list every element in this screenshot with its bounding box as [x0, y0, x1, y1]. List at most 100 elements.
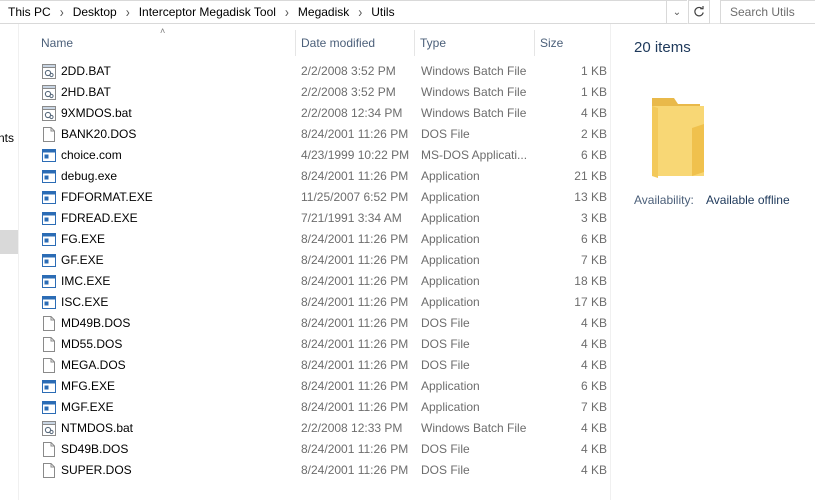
column-header-name[interactable]: Name [35, 30, 295, 56]
file-date-modified: 8/24/2001 11:26 PM [301, 442, 409, 456]
file-row[interactable]: ISC.EXE 8/24/2001 11:26 PM Application 17 K… [35, 292, 610, 313]
file-size: 1 KB [580, 64, 607, 78]
file-row[interactable]: 2DD.BAT 2/2/2008 3:52 PM Windows Batch Fil… [35, 61, 610, 82]
file-type: DOS File [421, 358, 470, 372]
file-name: MFG.EXE [61, 379, 116, 393]
file-row[interactable]: SUPER.DOS 8/24/2001 11:26 PM DOS File 4 KB [35, 460, 610, 481]
file-type: Application [421, 400, 480, 414]
breadcrumb-item-megadisk[interactable]: Megadisk [298, 5, 349, 19]
nav-item-selected[interactable] [0, 230, 18, 254]
breadcrumb-item-interceptor-megadisk-tool[interactable]: Interceptor Megadisk Tool [139, 5, 276, 19]
file-row[interactable]: MGF.EXE 8/24/2001 11:26 PM Application 7 KB [35, 397, 610, 418]
breadcrumb[interactable]: This PC › Desktop › Interceptor Megadisk… [0, 0, 667, 24]
file-date-modified: 4/23/1999 10:22 PM [301, 148, 410, 162]
chevron-right-icon[interactable]: › [358, 4, 362, 21]
file-type: Application [421, 295, 480, 309]
refresh-button[interactable] [688, 0, 710, 24]
chevron-right-icon[interactable]: › [285, 4, 289, 21]
availability-value: Available offline [706, 193, 790, 207]
file-type: DOS File [421, 463, 470, 477]
file-icon [42, 316, 56, 331]
file-date-modified: 8/24/2001 11:26 PM [301, 337, 409, 351]
refresh-icon [694, 6, 704, 17]
nav-item-partial[interactable]: nts [0, 131, 14, 145]
file-type: Application [421, 169, 480, 183]
application-icon [42, 211, 56, 226]
file-name: choice.com [61, 148, 122, 162]
file-size: 1 KB [580, 85, 607, 99]
address-history-button[interactable]: ⌄ [667, 0, 687, 24]
file-name: 9XMDOS.bat [61, 106, 132, 120]
file-size: 2 KB [580, 127, 607, 141]
chevron-right-icon[interactable]: › [126, 4, 130, 21]
column-header-size[interactable]: Size [534, 30, 610, 56]
file-name: FG.EXE [61, 232, 106, 246]
file-date-modified: 8/24/2001 11:26 PM [301, 379, 409, 393]
file-row[interactable]: IMC.EXE 8/24/2001 11:26 PM Application 18 K… [35, 271, 610, 292]
file-name: MEGA.DOS [61, 358, 126, 372]
file-row[interactable]: 2HD.BAT 2/2/2008 3:52 PM Windows Batch Fil… [35, 82, 610, 103]
file-size: 4 KB [580, 463, 607, 477]
file-row[interactable]: FG.EXE 8/24/2001 11:26 PM Application 6 KB [35, 229, 610, 250]
column-header-date-modified[interactable]: Date modified [295, 30, 414, 56]
file-type: Application [421, 274, 480, 288]
file-date-modified: 8/24/2001 11:26 PM [301, 400, 409, 414]
file-icon [42, 358, 56, 373]
item-count: 20 items [634, 39, 691, 56]
file-name: IMC.EXE [61, 274, 111, 288]
file-size: 13 KB [574, 190, 607, 204]
file-icon [42, 337, 56, 352]
application-icon [42, 148, 56, 163]
file-name: debug.exe [61, 169, 118, 183]
navigation-pane: nts [0, 24, 19, 500]
breadcrumb-item-this-pc[interactable]: This PC [8, 5, 51, 19]
breadcrumb-item-utils[interactable]: Utils [371, 5, 394, 19]
file-name: ISC.EXE [61, 295, 109, 309]
file-row[interactable]: choice.com 4/23/1999 10:22 PM MS-DOS Appli… [35, 145, 610, 166]
chevron-right-icon[interactable]: › [60, 4, 64, 21]
file-row[interactable]: GF.EXE 8/24/2001 11:26 PM Application 7 KB [35, 250, 610, 271]
file-row[interactable]: 9XMDOS.bat 2/2/2008 12:34 PM Windows Batch… [35, 103, 610, 124]
file-row[interactable]: MD55.DOS 8/24/2001 11:26 PM DOS File 4 KB [35, 334, 610, 355]
file-date-modified: 8/24/2001 11:26 PM [301, 169, 409, 183]
application-icon [42, 169, 56, 184]
file-name: SUPER.DOS [61, 463, 132, 477]
file-row[interactable]: SD49B.DOS 8/24/2001 11:26 PM DOS File 4 KB [35, 439, 610, 460]
file-row[interactable]: NTMDOS.bat 2/2/2008 12:33 PM Windows Batch… [35, 418, 610, 439]
file-name: GF.EXE [61, 253, 104, 267]
application-icon [42, 190, 56, 205]
file-row[interactable]: FDREAD.EXE 7/21/1991 3:34 AM Application 3 … [35, 208, 610, 229]
file-name: MD55.DOS [61, 337, 123, 351]
file-icon [42, 442, 56, 457]
column-header-type[interactable]: Type [414, 30, 534, 56]
file-row[interactable]: debug.exe 8/24/2001 11:26 PM Application 21… [35, 166, 610, 187]
application-icon [42, 232, 56, 247]
file-date-modified: 8/24/2001 11:26 PM [301, 358, 409, 372]
file-size: 4 KB [580, 358, 607, 372]
file-size: 7 KB [580, 253, 607, 267]
file-date-modified: 2/2/2008 12:34 PM [301, 106, 403, 120]
availability-label: Availability: [634, 193, 694, 207]
file-type: Windows Batch File [421, 64, 527, 78]
file-size: 4 KB [580, 442, 607, 456]
file-date-modified: 2/2/2008 3:52 PM [301, 64, 396, 78]
file-row[interactable]: BANK20.DOS 8/24/2001 11:26 PM DOS File 2 KB [35, 124, 610, 145]
file-name: FDREAD.EXE [61, 211, 138, 225]
file-size: 18 KB [574, 274, 607, 288]
file-row[interactable]: MEGA.DOS 8/24/2001 11:26 PM DOS File 4 KB [35, 355, 610, 376]
file-date-modified: 2/2/2008 3:52 PM [301, 85, 396, 99]
file-type: DOS File [421, 337, 470, 351]
file-size: 6 KB [580, 148, 607, 162]
search-input[interactable]: Search Utils [720, 0, 815, 24]
application-icon [42, 253, 56, 268]
file-date-modified: 8/24/2001 11:26 PM [301, 274, 409, 288]
breadcrumb-item-desktop[interactable]: Desktop [73, 5, 117, 19]
file-name: SD49B.DOS [61, 442, 129, 456]
file-row[interactable]: MD49B.DOS 8/24/2001 11:26 PM DOS File 4 KB [35, 313, 610, 334]
file-type: MS-DOS Applicati... [421, 148, 528, 162]
file-row[interactable]: FDFORMAT.EXE 11/25/2007 6:52 PM Applicatio… [35, 187, 610, 208]
details-pane-divider[interactable] [610, 24, 611, 500]
file-row[interactable]: MFG.EXE 8/24/2001 11:26 PM Application 6 KB [35, 376, 610, 397]
file-size: 17 KB [574, 295, 607, 309]
file-date-modified: 8/24/2001 11:26 PM [301, 127, 409, 141]
